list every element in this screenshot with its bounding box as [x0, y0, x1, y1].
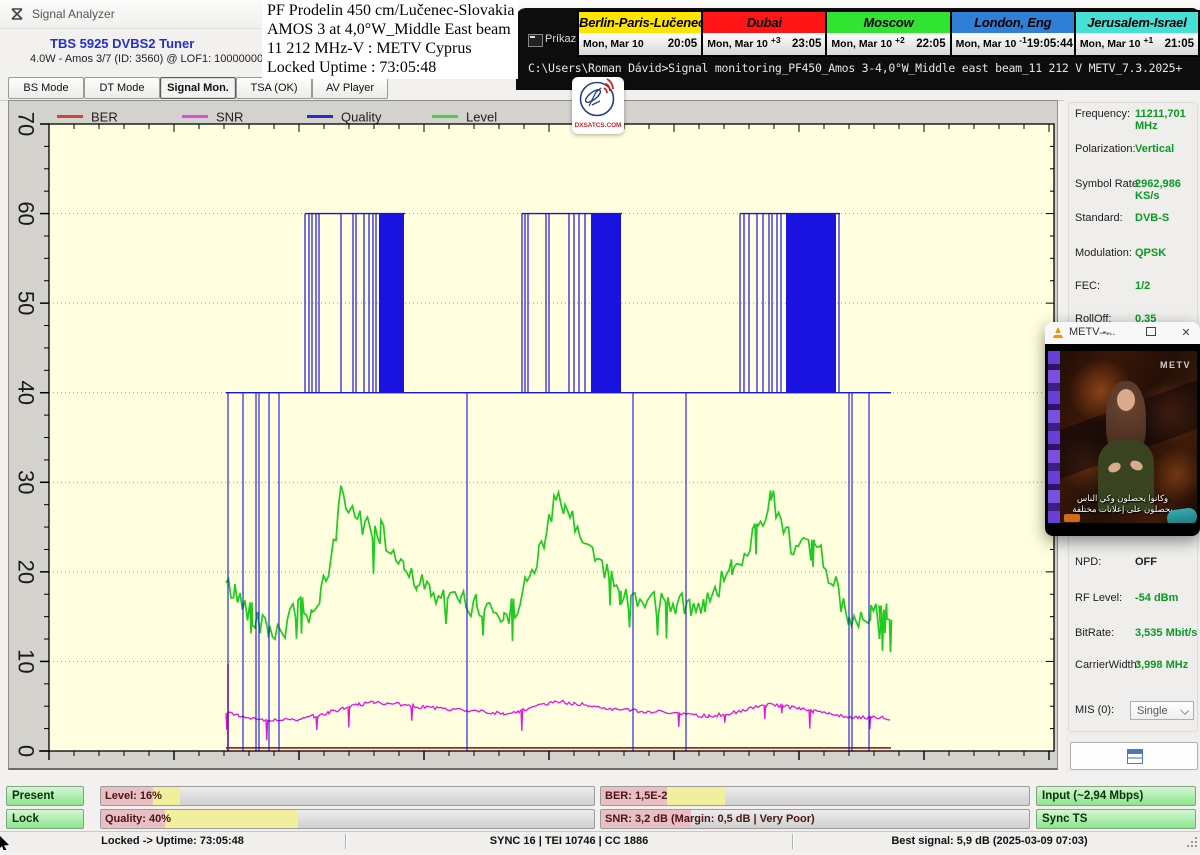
quality-label: Quality: 40%	[105, 810, 171, 828]
param-standard-: Standard:DVB-S	[1066, 212, 1200, 228]
level-label: Level: 16%	[105, 787, 162, 805]
caption-line: Locked Uptime : 73:05:48	[267, 58, 518, 77]
list-icon	[1127, 749, 1143, 764]
lock-indicator: Lock	[6, 809, 84, 829]
param-rf-level-: RF Level:-54 dBm	[1066, 592, 1200, 608]
mouse-cursor	[0, 836, 12, 855]
close-button[interactable]: ✕	[1178, 325, 1194, 341]
caption-overlay: PF Prodelin 450 cm/Lučenec-Slovakia AMOS…	[262, 0, 518, 79]
level-progressbar: Level: 16%	[100, 786, 595, 806]
tuner-name: TBS 5925 DVBS2 Tuner	[50, 36, 194, 51]
tab-av-player[interactable]: AV Player	[312, 77, 388, 99]
tab-dt-mode[interactable]: DT Mode	[84, 77, 160, 99]
svg-text:DXSATCS.COM: DXSATCS.COM	[575, 122, 622, 129]
param-modulation-: Modulation:QPSK	[1066, 247, 1200, 263]
svg-text:20: 20	[14, 560, 39, 584]
param-frequency-: Frequency:11211,701 MHz	[1066, 108, 1200, 124]
caption-line: AMOS 3 at 4,0°W_Middle East beam	[267, 20, 518, 39]
ber-label: BER: 1,5E-2	[605, 787, 667, 805]
svg-text:40: 40	[14, 380, 39, 404]
status-bar: Locked -> Uptime: 73:05:48 SYNC 16 | TEI…	[0, 831, 1200, 851]
svg-text:30: 30	[14, 470, 39, 494]
metv-video-window[interactable]: METV -... — ✕ METV وكانوا يحصلون وكي الن…	[1045, 322, 1200, 536]
mis-label: MIS (0):	[1075, 704, 1114, 716]
param-symbol-rate-: Symbol Rate:2962,986 KS/s	[1066, 178, 1200, 194]
param-polarization-: Polarization:Vertical	[1066, 143, 1200, 159]
screen: { "app": { "title": "Signal Analyzer", "…	[0, 0, 1200, 850]
caption-line: 11 212 MHz-V : METV Cyprus	[267, 39, 518, 58]
clock-dubai: DubaiMon, Mar 10+323:05	[703, 12, 827, 55]
svg-text:50: 50	[14, 291, 39, 315]
dxsatcs-logo: DXSATCS.COM	[572, 77, 624, 134]
svg-text:10: 10	[14, 649, 39, 673]
param-npd-: NPD:OFF	[1066, 556, 1200, 572]
clock-moscow: MoscowMon, Mar 10+222:05	[827, 12, 951, 55]
caption-line: PF Prodelin 450 cm/Lučenec-Slovakia	[267, 1, 518, 20]
snr-progressbar: SNR: 3,2 dB (Margin: 0,5 dB | Very Poor)	[600, 809, 1030, 829]
clock-london-eng: London, EngMon, Mar 10-119:05:44	[952, 12, 1076, 55]
clock-berlin-paris-lu-enec: Berlin-Paris-LučenecMon, Mar 1020:05	[579, 12, 703, 55]
param-fec-: FEC:1/2	[1066, 280, 1200, 296]
minimize-button[interactable]: —	[1097, 325, 1113, 341]
present-indicator: Present	[6, 786, 84, 806]
mis-row: MIS (0): Single	[1066, 704, 1200, 720]
status-sync: SYNC 16 | TEI 10746 | CC 1886	[346, 832, 792, 851]
app-title: Signal Analyzer	[32, 7, 115, 21]
svg-text:60: 60	[14, 201, 39, 225]
video-frame[interactable]: METV وكانوا يحصلون وكي الناس يحصلون على …	[1045, 344, 1200, 536]
sync-ts-badge: Sync TS	[1036, 809, 1196, 829]
metv-watermark: METV	[1160, 360, 1191, 370]
video-window-titlebar: METV -... — ✕	[1045, 322, 1200, 344]
presenter-face	[1117, 389, 1135, 411]
video-scene: METV وكانوا يحصلون وكي الناس يحصلون على …	[1048, 351, 1197, 523]
snr-label: SNR: 3,2 dB (Margin: 0,5 dB | Very Poor)	[605, 810, 815, 828]
status-best-signal: Best signal: 5,9 dB (2025-03-09 07:03)	[793, 832, 1186, 851]
signal-analyzer-icon	[10, 7, 24, 26]
console-prompt-text: C:\Users\Roman Dávid>Signal monitoring_P…	[528, 61, 1182, 75]
status-uptime: Locked -> Uptime: 73:05:48	[0, 832, 345, 851]
param-carrierwidth-: CarrierWidth:3,998 MHz	[1066, 659, 1200, 675]
svg-text:0: 0	[14, 745, 39, 757]
signal-history-chart: 0 10 20 30 40 50 60 70	[9, 101, 1057, 767]
mis-value: Single	[1137, 705, 1168, 717]
transport-list-button[interactable]	[1070, 742, 1198, 770]
world-clock-widget: Berlin-Paris-LučenecMon, Mar 1020:05Duba…	[577, 10, 1200, 57]
ber-progressbar: BER: 1,5E-2	[600, 786, 1030, 806]
tab-bs-mode[interactable]: BS Mode	[8, 77, 84, 99]
chevron-down-icon	[1180, 706, 1189, 715]
quality-progressbar: Quality: 40%	[100, 809, 595, 829]
console-icon	[528, 34, 543, 47]
studio-logo-mark	[1064, 514, 1080, 522]
mis-dropdown[interactable]: Single	[1130, 701, 1194, 720]
tab-tsa-ok-[interactable]: TSA (OK)	[236, 77, 312, 99]
svg-text:70: 70	[14, 112, 39, 136]
input-bitrate-badge: Input (~2,94 Mbps)	[1036, 786, 1196, 806]
vlc-cone-icon	[1053, 327, 1063, 338]
maximize-button[interactable]	[1143, 325, 1159, 341]
resize-grip[interactable]	[1187, 837, 1198, 851]
param-bitrate-: BitRate:3,535 Mbit/s	[1066, 627, 1200, 643]
signal-chart-panel: BERSNRQualityLevel 010203040506070	[8, 100, 1058, 770]
clock-jerusalem-israel: Jerusalem-IsraelMon, Mar 10+121:05	[1076, 12, 1198, 55]
tab-signal-mon-[interactable]: Signal Mon.	[160, 77, 236, 99]
